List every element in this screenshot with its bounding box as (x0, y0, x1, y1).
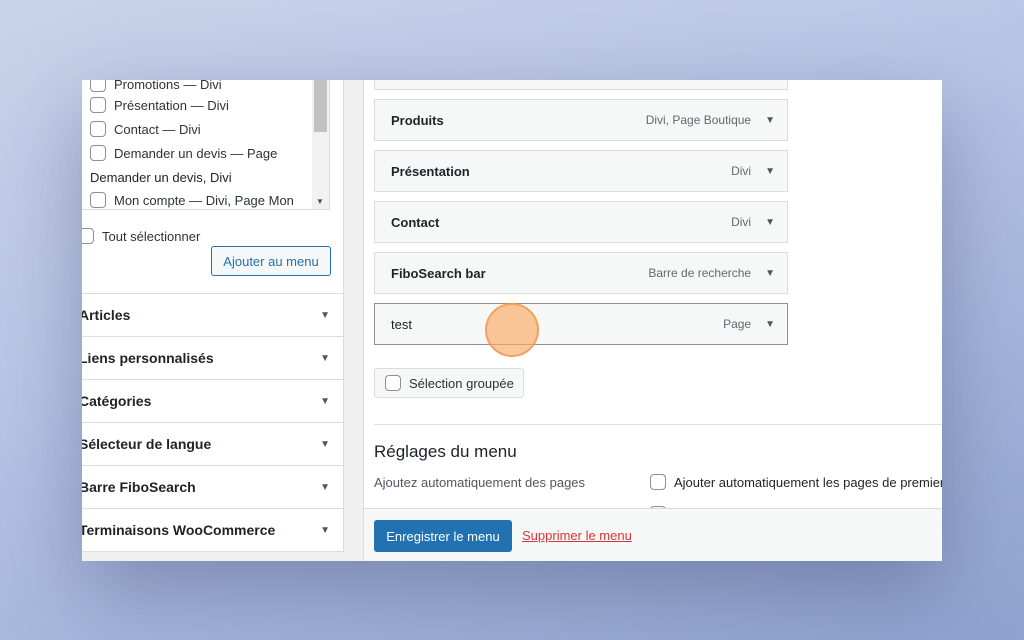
pages-checklist[interactable]: Promotions — Divi Présentation — Divi Co… (82, 80, 330, 210)
accordion-label: Catégories (82, 393, 152, 409)
menu-item-meta: Divi ▼ (731, 215, 775, 229)
menu-item-contact[interactable]: Contact Divi ▼ (374, 201, 788, 243)
click-indicator (485, 303, 539, 357)
checkbox[interactable] (385, 375, 401, 391)
menu-item-meta: Barre de recherche ▼ (648, 266, 775, 280)
page-option-contact[interactable]: Contact — Divi (90, 119, 201, 139)
select-all-option[interactable]: Tout sélectionner (82, 228, 200, 244)
menu-item-title: FiboSearch bar (391, 265, 486, 281)
caret-down-icon: ▼ (320, 309, 330, 321)
select-all-label: Tout sélectionner (102, 228, 201, 244)
list-scrollbar[interactable]: ▼ (312, 80, 329, 209)
add-to-menu-button[interactable]: Ajouter au menu (211, 246, 331, 276)
delete-menu-link[interactable]: Supprimer le menu (522, 528, 632, 543)
accordion-fibosearch[interactable]: Barre FiboSearch ▼ (82, 466, 344, 509)
menu-item-produits[interactable]: Produits Divi, Page Boutique ▼ (374, 99, 788, 141)
menu-item-type: Divi (731, 164, 752, 178)
menu-item-title: test (391, 316, 412, 332)
expand-caret-icon[interactable]: ▼ (765, 217, 775, 228)
page-option-label-continued: Demander un devis, Divi (90, 170, 232, 185)
menu-footer: Enregistrer le menu Supprimer le menu (364, 508, 942, 561)
page-option-label: Demander un devis — Page (114, 145, 278, 161)
accordion-woocommerce-endpoints[interactable]: Terminaisons WooCommerce ▼ (82, 509, 344, 552)
expand-caret-icon[interactable]: ▼ (765, 166, 775, 177)
menu-item-type: Divi (731, 215, 752, 229)
checkbox[interactable] (90, 145, 106, 161)
accordion-label: Terminaisons WooCommerce (82, 522, 276, 538)
accordion: Articles ▼ Liens personnalisés ▼ Catégor… (82, 294, 344, 552)
menu-item-meta: Divi ▼ (731, 164, 775, 178)
page-option-mon-compte[interactable]: Mon compte — Divi, Page Mon (90, 190, 294, 209)
menu-item-meta: Divi, Page Boutique ▼ (646, 113, 775, 127)
scroll-down-arrow-icon[interactable]: ▼ (316, 197, 324, 206)
menu-item-title: Produits (391, 112, 444, 128)
page-option-promotions[interactable]: Promotions — Divi (90, 80, 222, 94)
expand-caret-icon[interactable]: ▼ (765, 115, 775, 126)
menu-item-fibosearch-bar[interactable]: FiboSearch bar Barre de recherche ▼ (374, 252, 788, 294)
menu-item-test[interactable]: test Page ▼ (374, 303, 788, 345)
page-option-label: Promotions — Divi (114, 80, 222, 92)
checkbox[interactable] (90, 80, 106, 92)
accordion-label: Barre FiboSearch (82, 479, 196, 495)
checkbox[interactable] (650, 474, 666, 490)
auto-add-option[interactable]: Ajouter automatiquement les pages de pre… (650, 474, 942, 490)
caret-down-icon: ▼ (320, 524, 330, 536)
accordion-categories[interactable]: Catégories ▼ (82, 380, 344, 423)
menu-item-cut-off[interactable] (374, 80, 788, 90)
accordion-label: Sélecteur de langue (82, 436, 212, 452)
menu-editor-window: Promotions — Divi Présentation — Divi Co… (82, 80, 942, 561)
save-menu-button[interactable]: Enregistrer le menu (374, 520, 512, 552)
accordion-custom-links[interactable]: Liens personnalisés ▼ (82, 337, 344, 380)
menu-settings-title: Réglages du menu (374, 442, 517, 461)
expand-caret-icon[interactable]: ▼ (765, 268, 775, 279)
page-option-label: Contact — Divi (114, 121, 201, 137)
accordion-label: Liens personnalisés (82, 350, 214, 366)
menu-item-type: Page (723, 317, 752, 331)
checkbox[interactable] (90, 121, 106, 137)
menu-item-presentation[interactable]: Présentation Divi ▼ (374, 150, 788, 192)
menu-item-meta: Page ▼ (723, 317, 775, 331)
menu-structure-panel: Produits Divi, Page Boutique ▼ Présentat… (363, 80, 942, 561)
caret-down-icon: ▼ (320, 481, 330, 493)
checkbox[interactable] (82, 228, 94, 244)
page-option-label: Présentation — Divi (114, 97, 229, 113)
auto-add-option-label: Ajouter automatiquement les pages de pre… (674, 474, 942, 490)
page-option-devis[interactable]: Demander un devis — Page (90, 143, 277, 163)
menu-item-title: Présentation (391, 163, 470, 179)
caret-down-icon: ▼ (320, 352, 330, 364)
page-option-presentation[interactable]: Présentation — Divi (90, 95, 229, 115)
accordion-label: Articles (82, 307, 131, 323)
menu-item-type: Barre de recherche (648, 266, 752, 280)
divider (374, 424, 942, 425)
caret-down-icon: ▼ (320, 438, 330, 450)
menu-item-title: Contact (391, 214, 440, 230)
checkbox[interactable] (90, 97, 106, 113)
bulk-select-label: Sélection groupée (409, 375, 514, 391)
accordion-articles[interactable]: Articles ▼ (82, 294, 344, 337)
expand-caret-icon[interactable]: ▼ (765, 319, 775, 330)
accordion-language-switcher[interactable]: Sélecteur de langue ▼ (82, 423, 344, 466)
add-menu-items-panel: Promotions — Divi Présentation — Divi Co… (82, 80, 344, 561)
scrollbar-thumb[interactable] (314, 80, 327, 132)
menu-item-type: Divi, Page Boutique (645, 113, 752, 127)
checkbox[interactable] (90, 192, 106, 208)
auto-add-label: Ajoutez automatiquement des pages (374, 475, 586, 490)
bulk-select-button[interactable]: Sélection groupée (374, 368, 524, 398)
panel-bottom-gap (82, 552, 344, 561)
caret-down-icon: ▼ (320, 395, 330, 407)
page-option-label: Mon compte — Divi, Page Mon (114, 192, 294, 208)
